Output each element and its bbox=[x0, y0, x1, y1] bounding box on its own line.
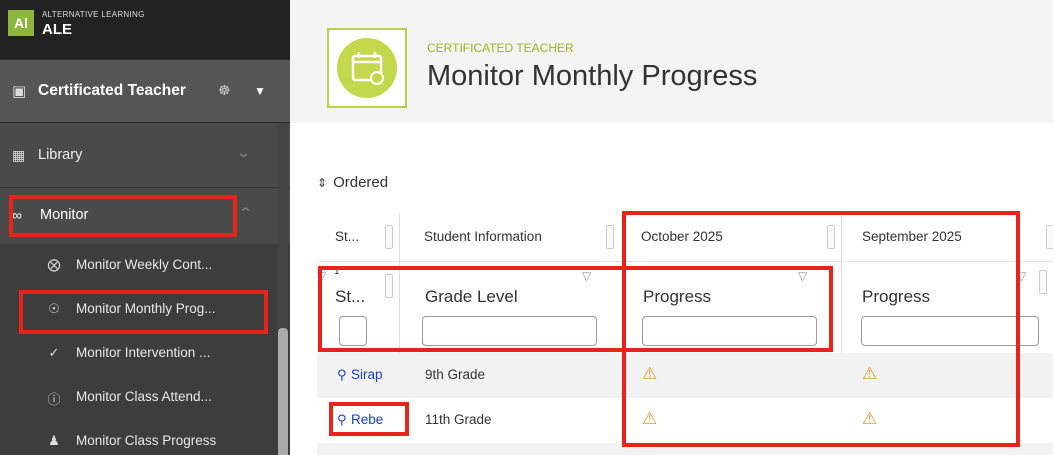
column-menu-handle[interactable] bbox=[1039, 270, 1047, 294]
sidebar-item-monitor-class-progress[interactable]: ♟ Monitor Class Progress bbox=[0, 420, 290, 455]
sidebar-item-label: Monitor Class Attend... bbox=[76, 389, 212, 404]
column-menu-handle[interactable] bbox=[1046, 225, 1053, 249]
column-header-student-info[interactable]: Student Information bbox=[400, 213, 622, 261]
ordered-toggle[interactable]: ⇕ Ordered bbox=[317, 174, 388, 191]
check-icon: ✓ bbox=[48, 345, 60, 360]
brand-title: ALE bbox=[42, 21, 72, 38]
column-header-label: St... bbox=[335, 229, 360, 244]
monitor-submenu: ⨂ Monitor Weekly Cont... ☉ Monitor Month… bbox=[0, 244, 290, 455]
grade-cell: 11th Grade bbox=[425, 412, 492, 427]
mobile-icon: ▣ bbox=[12, 83, 27, 100]
column-header-label: Student Information bbox=[424, 229, 542, 244]
page-supertitle: CERTIFICATED TEACHER bbox=[427, 41, 574, 55]
page-header: CERTIFICATED TEACHER Monitor Monthly Pro… bbox=[290, 0, 1053, 123]
sidebar-item-label: Monitor Weekly Cont... bbox=[76, 257, 213, 272]
sidebar-scrollbar[interactable] bbox=[278, 328, 288, 455]
highlight-student-link bbox=[329, 402, 409, 436]
sidebar-item-label: Monitor Class Progress bbox=[76, 433, 217, 448]
ordered-label: Ordered bbox=[333, 174, 389, 191]
student-name-link[interactable]: Sirap bbox=[351, 367, 389, 382]
sort-icon: ⇕ bbox=[317, 176, 328, 190]
caret-down-icon: ▼ bbox=[254, 84, 266, 98]
highlight-monitor bbox=[9, 195, 237, 237]
chevron-down-icon: ⌄ bbox=[235, 145, 252, 160]
highlight-month-columns bbox=[622, 211, 1020, 447]
column-menu-handle[interactable] bbox=[606, 225, 614, 249]
brand-subtitle: ALTERNATIVE LEARNING bbox=[42, 10, 145, 19]
column-menu-handle[interactable] bbox=[385, 225, 393, 249]
sidebar-item-monitor-intervention[interactable]: ✓ Monitor Intervention ... bbox=[0, 332, 290, 376]
sidebar-item-monitor-attendance[interactable]: ⓘ Monitor Class Attend... bbox=[0, 376, 290, 420]
brand-logo: Al bbox=[8, 10, 34, 36]
grade-cell: 9th Grade bbox=[425, 367, 486, 382]
column-header-student[interactable]: St... bbox=[317, 213, 399, 261]
role-label: Certificated Teacher bbox=[38, 82, 186, 99]
teacher-icon: ☸ bbox=[218, 82, 231, 98]
books-icon: ▦ bbox=[12, 147, 26, 163]
search-icon[interactable]: ⚲ bbox=[337, 367, 347, 383]
sidebar-item-monitor-weekly[interactable]: ⨂ Monitor Weekly Cont... bbox=[0, 244, 290, 288]
users-icon: ♟ bbox=[48, 433, 60, 448]
calendar-icon-circle bbox=[337, 38, 397, 98]
chevron-up-icon: ⌃ bbox=[237, 205, 254, 220]
sidebar-item-label: Monitor Intervention ... bbox=[76, 345, 211, 360]
highlight-monthly-progress bbox=[19, 290, 268, 334]
nav-library[interactable]: ▦ Library ⌄ bbox=[0, 123, 290, 188]
question-circle-icon: ⓘ bbox=[47, 392, 61, 407]
calendar-icon bbox=[327, 28, 407, 108]
brand-header[interactable]: Al ALTERNATIVE LEARNING ALE bbox=[0, 0, 290, 59]
page-title: Monitor Monthly Progress bbox=[427, 60, 758, 92]
nav-library-label: Library bbox=[38, 147, 83, 163]
role-selector[interactable]: ▣ Certificated Teacher ☸ ▼ bbox=[0, 59, 290, 123]
times-circle-icon: ⨂ bbox=[47, 257, 61, 272]
